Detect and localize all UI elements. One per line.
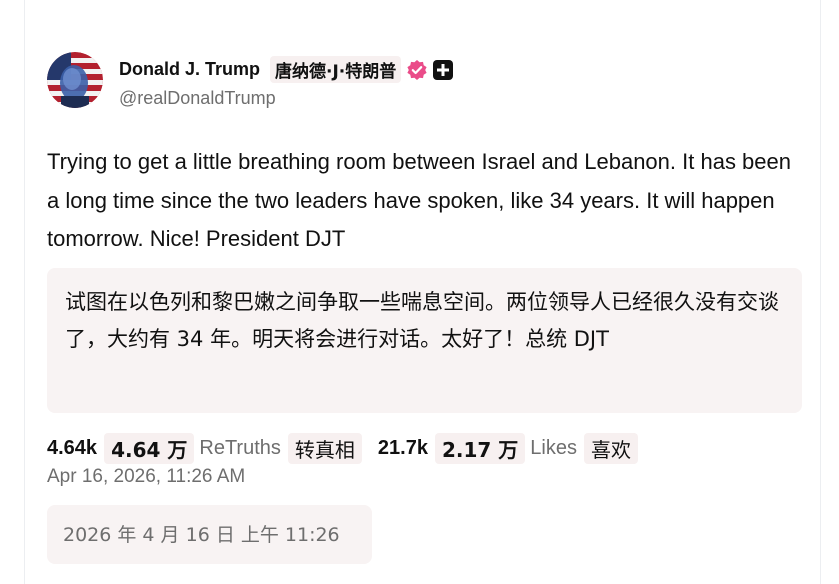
- author-name-row: Donald J. Trump 唐纳德·J·特朗普: [119, 56, 454, 83]
- likes-count[interactable]: 21.7k: [378, 437, 428, 460]
- likes-label-translation: 喜欢: [583, 432, 638, 464]
- author-handle[interactable]: @realDonaldTrump: [119, 88, 276, 109]
- post-translation-text: 试图在以色列和黎巴嫩之间争取一些喘息空间。两位领导人已经很久没有交谈了，大约有 …: [65, 290, 779, 351]
- likes-label[interactable]: Likes: [530, 437, 577, 460]
- retruths-label[interactable]: ReTruths: [199, 437, 281, 460]
- post-timestamp-translation: 2026 年 4 月 16 日 上午 11:26: [47, 505, 372, 564]
- retruths-count[interactable]: 4.64k: [47, 437, 97, 460]
- display-name-translation: 唐纳德·J·特朗普: [270, 56, 402, 83]
- likes-count-translation: 2.17 万: [434, 432, 526, 464]
- post-timestamp[interactable]: Apr 16, 2026, 11:26 AM: [47, 466, 245, 488]
- post-stats: 4.64k 4.64 万 ReTruths 转真相 21.7k 2.17 万 L…: [47, 432, 638, 464]
- post-translation: 试图在以色列和黎巴嫩之间争取一些喘息空间。两位领导人已经很久没有交谈了，大约有 …: [47, 268, 802, 413]
- verified-badge-icon: [406, 59, 428, 81]
- display-name[interactable]: Donald J. Trump: [119, 59, 260, 80]
- post-card: Donald J. Trump 唐纳德·J·特朗普 @realDonaldTru…: [24, 0, 821, 584]
- post-text: Trying to get a little breathing room be…: [47, 149, 791, 251]
- avatar[interactable]: [47, 52, 103, 108]
- retruths-label-translation: 转真相: [287, 432, 362, 464]
- retruths-count-translation: 4.64 万: [104, 432, 195, 464]
- plus-badge-icon: [433, 59, 454, 80]
